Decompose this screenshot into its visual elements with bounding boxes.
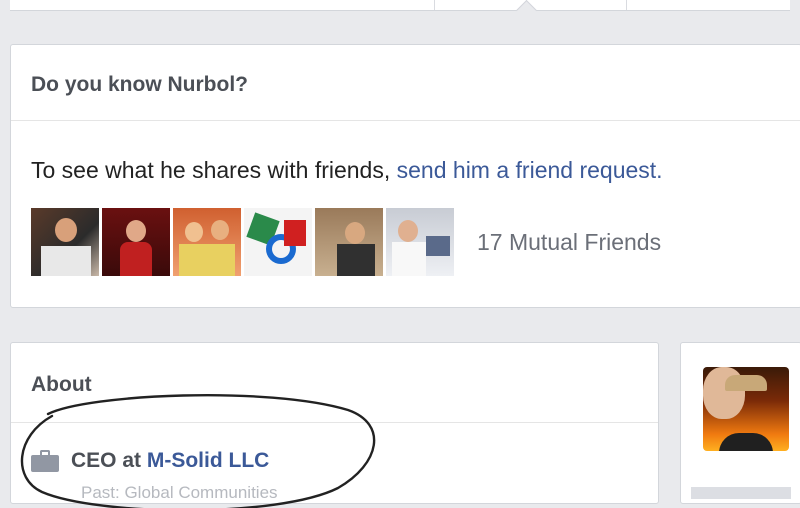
tab-divider (434, 0, 435, 10)
mutual-friend-thumbnail[interactable] (386, 208, 454, 276)
about-title: About (11, 343, 658, 423)
tab-divider (626, 0, 627, 10)
mutual-friends-thumbnails (31, 208, 457, 276)
friend-request-prompt: To see what he shares with friends, send… (31, 157, 663, 184)
mutual-friend-thumbnail[interactable] (31, 208, 99, 276)
request-text: To see what he shares with friends, (31, 157, 397, 183)
about-card: About CEO at M-Solid LLC Past: Global Co… (10, 342, 659, 504)
side-card-placeholder-bar (691, 487, 791, 499)
suggestion-title: Do you know Nurbol? (11, 45, 800, 121)
mutual-friend-thumbnail[interactable] (244, 208, 312, 276)
mutual-friend-thumbnail[interactable] (173, 208, 241, 276)
send-friend-request-link[interactable]: send him a friend request. (397, 157, 663, 183)
top-tab-strip (10, 0, 790, 22)
tab-pointer (515, 0, 538, 22)
mutual-friends-count[interactable]: 17 Mutual Friends (477, 229, 661, 256)
people-you-may-know-card: Do you know Nurbol? To see what he share… (10, 44, 800, 308)
past-work: Past: Global Communities (81, 483, 278, 502)
work-entry: CEO at M-Solid LLC (31, 449, 269, 473)
work-position: CEO at (71, 449, 147, 472)
mutual-friend-thumbnail[interactable] (315, 208, 383, 276)
profile-side-card (680, 342, 800, 504)
work-company-link[interactable]: M-Solid LLC (147, 449, 269, 472)
avatar[interactable] (703, 367, 789, 451)
briefcase-icon (31, 450, 59, 472)
work-title: CEO at M-Solid LLC (71, 449, 269, 473)
mutual-friend-thumbnail[interactable] (102, 208, 170, 276)
